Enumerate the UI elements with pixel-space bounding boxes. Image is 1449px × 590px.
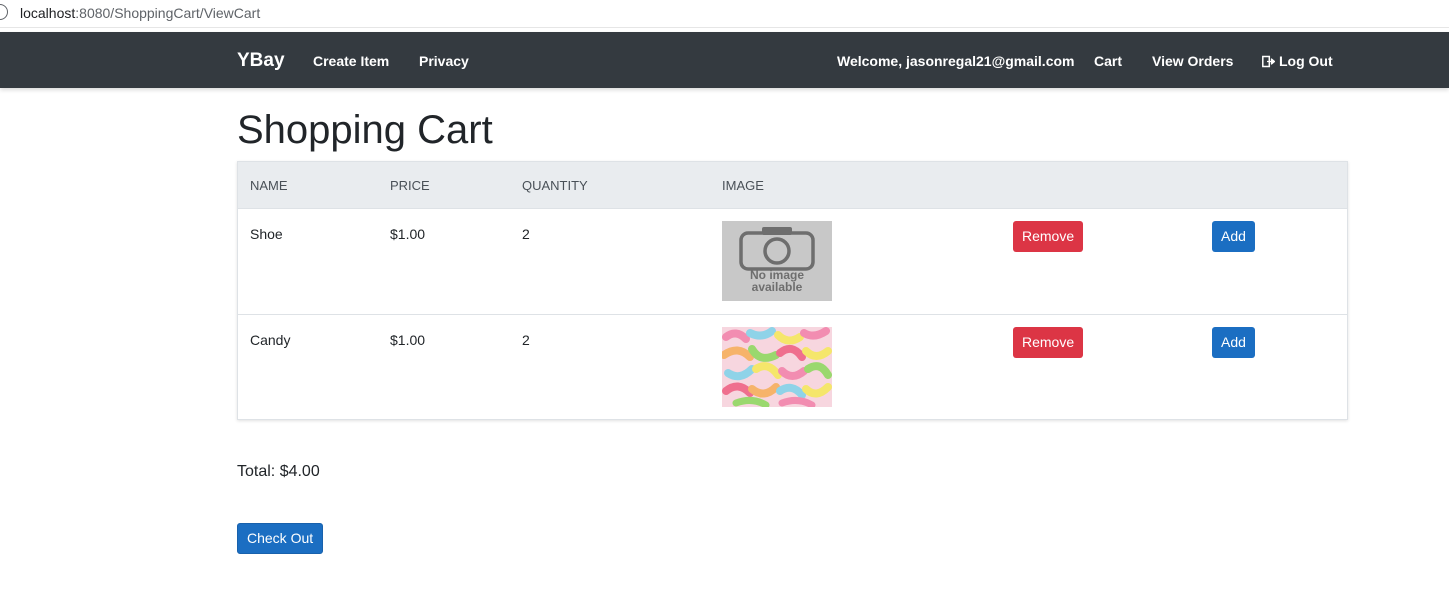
logout-label: Log Out bbox=[1279, 53, 1333, 69]
item-quantity: 2 bbox=[522, 226, 530, 242]
remove-button[interactable]: Remove bbox=[1013, 221, 1084, 252]
brand-link[interactable]: YBay bbox=[237, 50, 285, 72]
header-quantity: Quantity bbox=[522, 178, 588, 193]
item-quantity: 2 bbox=[522, 332, 530, 348]
no-image-placeholder: No image available bbox=[722, 221, 832, 301]
table-row: Shoe $1.00 2 No image available Remove A… bbox=[238, 209, 1347, 314]
header-image: Image bbox=[722, 178, 764, 193]
table-row: Candy $1.00 2 Remove Add bbox=[238, 314, 1347, 419]
url-text[interactable]: localhost:8080/ShoppingCart/ViewCart bbox=[20, 5, 260, 21]
add-button[interactable]: Add bbox=[1212, 327, 1255, 358]
item-price: $1.00 bbox=[390, 226, 426, 242]
gummy-worms-photo bbox=[722, 327, 832, 407]
top-navbar: YBay Create Item Privacy Welcome, jasonr… bbox=[0, 32, 1449, 88]
nav-welcome[interactable]: Welcome, jasonregal21@gmail.com bbox=[837, 53, 1074, 69]
table-header: Name Price Quantity Image bbox=[238, 162, 1347, 209]
placeholder-text-2: available bbox=[752, 280, 803, 294]
item-name: Candy bbox=[250, 332, 291, 348]
logout-icon bbox=[1262, 55, 1275, 68]
remove-button[interactable]: Remove bbox=[1013, 327, 1084, 358]
nav-create-item[interactable]: Create Item bbox=[313, 53, 389, 69]
nav-cart[interactable]: Cart bbox=[1094, 53, 1122, 69]
page-title: Shopping Cart bbox=[237, 108, 493, 152]
add-button[interactable]: Add bbox=[1212, 221, 1255, 252]
url-path: :8080/ShoppingCart/ViewCart bbox=[75, 5, 261, 21]
header-name: Name bbox=[250, 178, 288, 193]
nav-view-orders[interactable]: View Orders bbox=[1152, 53, 1233, 69]
header-price: Price bbox=[390, 178, 430, 193]
browser-url-bar[interactable]: localhost:8080/ShoppingCart/ViewCart bbox=[0, 0, 1449, 28]
nav-logout[interactable]: Log Out bbox=[1262, 53, 1333, 69]
cart-total: Total: $4.00 bbox=[237, 463, 320, 480]
nav-privacy[interactable]: Privacy bbox=[419, 53, 469, 69]
item-name: Shoe bbox=[250, 226, 283, 242]
site-info-icon[interactable] bbox=[0, 4, 8, 20]
url-host: localhost bbox=[20, 5, 76, 21]
checkout-button[interactable]: Check Out bbox=[237, 523, 324, 554]
cart-table: Name Price Quantity Image Shoe $1.00 2 N… bbox=[237, 161, 1348, 420]
item-price: $1.00 bbox=[390, 332, 426, 348]
